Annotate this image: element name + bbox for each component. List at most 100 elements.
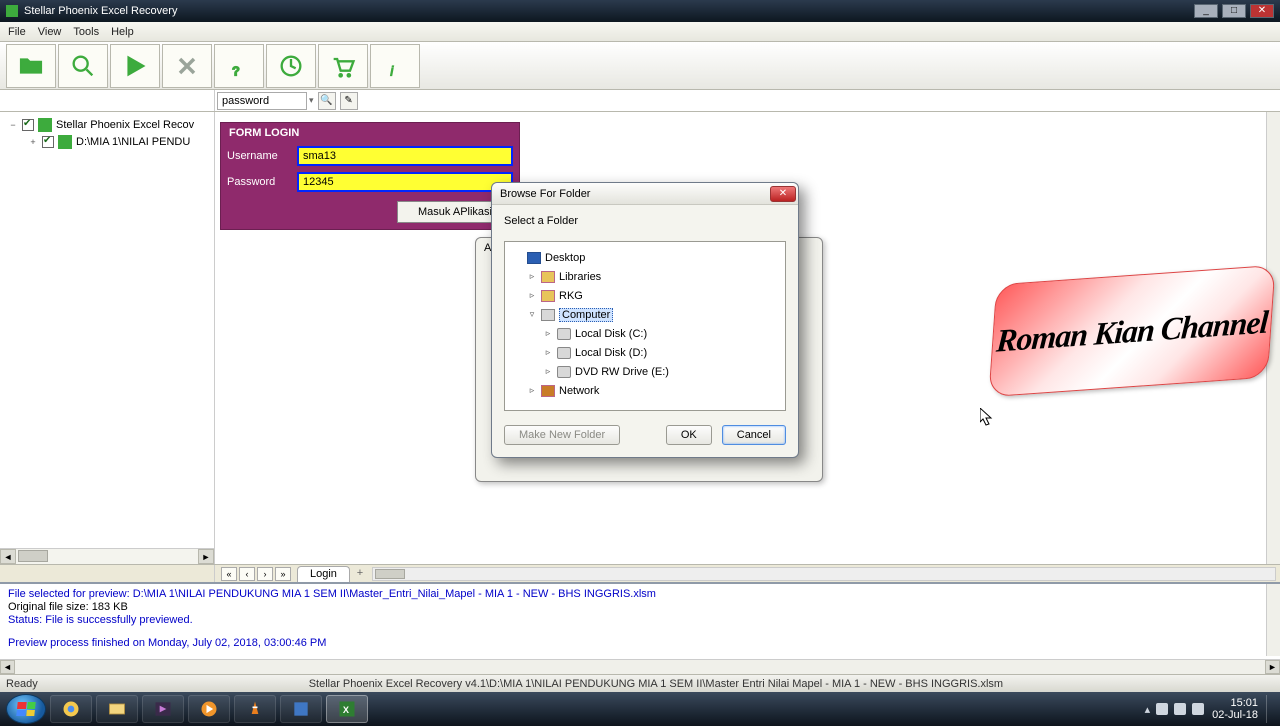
svg-text:i: i	[390, 63, 394, 78]
tray-action-center-icon[interactable]	[1156, 703, 1168, 715]
menu-help[interactable]: Help	[111, 26, 134, 38]
password-field[interactable]: 12345	[297, 172, 513, 192]
buy-button[interactable]	[318, 44, 368, 88]
svg-text:?: ?	[232, 63, 240, 78]
tray-show-hidden-icon[interactable]: ▴	[1145, 703, 1151, 716]
mouse-cursor	[980, 408, 996, 428]
log-line: Status: File is successfully previewed.	[8, 614, 1264, 627]
svg-text:X: X	[343, 705, 350, 715]
menu-bar: File View Tools Help	[0, 22, 1280, 42]
excel-icon	[38, 118, 52, 132]
expand-icon[interactable]: ▹	[527, 290, 537, 301]
expand-icon[interactable]: ▹	[543, 328, 553, 339]
taskbar-app-icon[interactable]	[280, 695, 322, 723]
status-bar: Ready Stellar Phoenix Excel Recovery v4.…	[0, 674, 1280, 692]
collapse-icon[interactable]: −	[8, 120, 18, 130]
browse-folder-dialog: Browse For Folder ✕ Select a Folder Desk…	[491, 182, 799, 458]
expand-icon[interactable]: ▹	[543, 366, 553, 377]
tray-volume-icon[interactable]	[1192, 703, 1204, 715]
close-button[interactable]: ✕	[1250, 4, 1274, 18]
minimize-button[interactable]: _	[1194, 4, 1218, 18]
excel-icon	[58, 135, 72, 149]
tab-last-button[interactable]: »	[275, 567, 291, 581]
log-vscrollbar[interactable]	[1266, 584, 1280, 656]
log-hscrollbar[interactable]: ◄►	[0, 659, 1280, 674]
node-desktop[interactable]: Desktop	[545, 252, 585, 264]
tree-checkbox[interactable]	[22, 119, 34, 131]
collapse-icon[interactable]: ▿	[527, 309, 537, 320]
sheet-tab-login[interactable]: Login	[297, 566, 350, 582]
node-dvd[interactable]: DVD RW Drive (E:)	[575, 366, 669, 378]
folder-tree[interactable]: Desktop ▹ Libraries ▹ RKG ▿ Computer ▹ Local…	[504, 241, 786, 411]
menu-tools[interactable]: Tools	[73, 26, 99, 38]
log-line: File selected for preview: D:\MIA 1\NILA…	[8, 588, 1264, 601]
taskbar-wmp-icon[interactable]	[188, 695, 230, 723]
maximize-button[interactable]: □	[1222, 4, 1246, 18]
log-panel: File selected for preview: D:\MIA 1\NILA…	[0, 582, 1280, 674]
dialog-instruction: Select a Folder	[504, 215, 786, 227]
node-network[interactable]: Network	[559, 385, 599, 397]
watermark: Roman Kian Channel	[988, 265, 1275, 397]
node-libraries[interactable]: Libraries	[559, 271, 601, 283]
play-button[interactable]	[110, 44, 160, 88]
stop-button[interactable]	[162, 44, 212, 88]
node-local-c[interactable]: Local Disk (C:)	[575, 328, 647, 340]
menu-view[interactable]: View	[38, 26, 62, 38]
taskbar-explorer-icon[interactable]	[96, 695, 138, 723]
file-tree[interactable]: − Stellar Phoenix Excel Recov + D:\MIA 1…	[0, 112, 215, 564]
node-rkg[interactable]: RKG	[559, 290, 583, 302]
taskbar-excel-icon[interactable]: X	[326, 695, 368, 723]
status-ready: Ready	[6, 678, 38, 690]
find-prev-button[interactable]: ✎	[340, 92, 358, 110]
tree-checkbox[interactable]	[42, 136, 54, 148]
menu-file[interactable]: File	[8, 26, 26, 38]
username-label: Username	[227, 150, 297, 162]
add-sheet-button[interactable]: +	[352, 567, 368, 581]
ok-button[interactable]: OK	[666, 425, 712, 445]
open-button[interactable]	[6, 44, 56, 88]
taskbar-chrome-icon[interactable]	[50, 695, 92, 723]
update-button[interactable]	[266, 44, 316, 88]
show-desktop-button[interactable]	[1266, 695, 1274, 723]
log-line: Preview process finished on Monday, July…	[8, 637, 1264, 650]
libraries-icon	[541, 271, 555, 283]
system-clock[interactable]: 15:01 02-Jul-18	[1212, 697, 1258, 721]
tab-first-button[interactable]: «	[221, 567, 237, 581]
taskbar-video-editor-icon[interactable]	[142, 695, 184, 723]
user-folder-icon	[541, 290, 555, 302]
taskbar-vlc-icon[interactable]	[234, 695, 276, 723]
search-input[interactable]	[217, 92, 307, 110]
find-next-button[interactable]: 🔍	[318, 92, 336, 110]
tree-root-label[interactable]: Stellar Phoenix Excel Recov	[56, 119, 194, 131]
expand-icon[interactable]: ▹	[527, 271, 537, 282]
form-title: FORM LOGIN	[221, 123, 519, 143]
computer-icon	[541, 309, 555, 321]
username-field[interactable]: sma13	[297, 146, 513, 166]
tab-prev-button[interactable]: ‹	[239, 567, 255, 581]
disk-icon	[557, 328, 571, 340]
status-path: Stellar Phoenix Excel Recovery v4.1\D:\M…	[38, 678, 1274, 690]
app-icon	[6, 5, 18, 17]
node-computer[interactable]: Computer	[559, 308, 613, 322]
cancel-button[interactable]: Cancel	[722, 425, 786, 445]
expand-icon[interactable]: ▹	[527, 385, 537, 396]
sheet-hscrollbar[interactable]	[372, 567, 1276, 581]
clock-time: 15:01	[1212, 697, 1258, 709]
scan-button[interactable]	[58, 44, 108, 88]
tree-child-label[interactable]: D:\MIA 1\NILAI PENDU	[76, 136, 190, 148]
dvd-icon	[557, 366, 571, 378]
help-button[interactable]: ?	[214, 44, 264, 88]
tray-network-icon[interactable]	[1174, 703, 1186, 715]
search-row: ▾ 🔍 ✎	[0, 90, 1280, 112]
window-title: Stellar Phoenix Excel Recovery	[24, 5, 177, 17]
expand-icon[interactable]: +	[28, 137, 38, 147]
window-titlebar: Stellar Phoenix Excel Recovery _ □ ✕	[0, 0, 1280, 22]
node-local-d[interactable]: Local Disk (D:)	[575, 347, 647, 359]
tab-next-button[interactable]: ›	[257, 567, 273, 581]
tree-hscrollbar[interactable]: ◄►	[0, 548, 214, 564]
info-button[interactable]: i	[370, 44, 420, 88]
toolbar: ? i	[0, 42, 1280, 90]
expand-icon[interactable]: ▹	[543, 347, 553, 358]
desktop-icon	[527, 252, 541, 264]
dialog-close-button[interactable]: ✕	[770, 186, 796, 202]
